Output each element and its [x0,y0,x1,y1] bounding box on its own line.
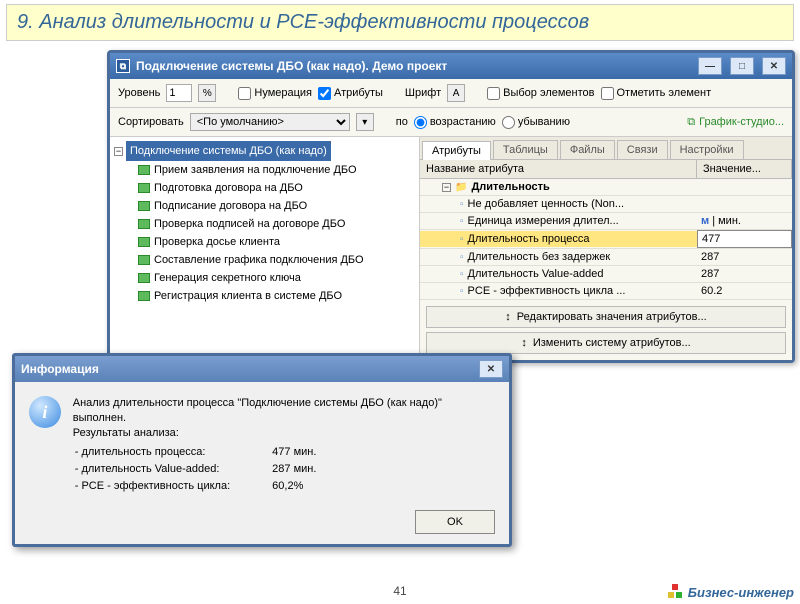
level-label: Уровень [118,87,160,99]
attr-header: Название атрибута Значение... [420,160,792,179]
tree-node[interactable]: Проверка подписей на договоре ДБО [114,215,415,233]
ok-button[interactable]: OK [415,510,495,534]
mark-element-checkbox[interactable]: Отметить элемент [601,87,712,100]
attr-row[interactable]: Не добавляет ценность (Non... [420,196,792,213]
level-step-button[interactable]: % [198,84,216,102]
tree-node[interactable]: Составление графика подключения ДБО [114,251,415,269]
tab-Файлы[interactable]: Файлы [560,140,615,159]
tab-Настройки[interactable]: Настройки [670,140,744,159]
folder-icon [455,181,467,193]
info-icon: i [29,396,61,428]
toolbar-row-1: Уровень % Нумерация Атрибуты Шрифт A Выб… [110,79,792,108]
info-titlebar[interactable]: Информация ✕ [15,356,509,382]
attr-row[interactable]: Единица измерения длител...м | мин. [420,213,792,230]
process-tree[interactable]: − Подключение системы ДБО (как надо) При… [110,137,420,360]
tree-root[interactable]: Подключение системы ДБО (как надо) [126,141,331,161]
edit-attrs-button[interactable]: ↕ Редактировать значения атрибутов... [426,306,786,328]
tree-node[interactable]: Регистрация клиента в системе ДБО [114,287,415,305]
tab-Таблицы[interactable]: Таблицы [493,140,558,159]
toolbar-row-2: Сортировать <По умолчанию> ▾ по возраста… [110,108,792,137]
attr-group-row[interactable]: − Длительность [420,179,792,196]
select-elements-checkbox[interactable]: Выбор элементов [487,87,594,100]
tree-node[interactable]: Генерация секретного ключа [114,269,415,287]
sort-btn[interactable]: ▾ [356,113,374,131]
brand-logo-icon [668,584,684,600]
info-close-button[interactable]: ✕ [479,360,503,378]
change-attrs-button[interactable]: ↕ Изменить систему атрибутов... [426,332,786,354]
numeration-checkbox[interactable]: Нумерация [238,87,312,100]
tree-node[interactable]: Прием заявления на подключение ДБО [114,161,415,179]
tree-node[interactable]: Проверка досье клиента [114,233,415,251]
info-text: Анализ длительности процесса "Подключени… [73,396,495,496]
tab-Связи[interactable]: Связи [617,140,668,159]
level-input[interactable] [166,84,192,102]
brand: Бизнес-инженер [668,584,794,600]
tabs: АтрибутыТаблицыФайлыСвязиНастройки [420,137,792,160]
attr-row[interactable]: Длительность без задержек287 [420,249,792,266]
tree-node[interactable]: Подготовка договора на ДБО [114,179,415,197]
attr-row[interactable]: PCE - эффективность цикла ...60.2 [420,283,792,300]
graphic-studio-link[interactable]: График-студио... [687,116,784,129]
minimize-button[interactable]: — [698,57,722,75]
desc-radio[interactable]: убыванию [502,116,570,129]
close-button[interactable]: ✕ [762,57,786,75]
po-label: по [396,116,408,128]
slide-title: 9. Анализ длительности и PCE-эффективнос… [6,4,794,41]
asc-radio[interactable]: возрастанию [414,116,496,129]
attr-row[interactable]: Длительность Value-added287 [420,266,792,283]
font-label: Шрифт [405,87,441,99]
attr-row[interactable]: Длительность процесса477 [420,230,792,249]
info-dialog: Информация ✕ i Анализ длительности проце… [12,353,512,547]
attributes-checkbox[interactable]: Атрибуты [318,87,383,100]
app-icon: ⧉ [116,59,130,73]
font-button[interactable]: A [447,84,465,102]
tab-Атрибуты[interactable]: Атрибуты [422,141,491,160]
tree-collapse-icon[interactable]: − [114,147,123,156]
sort-label: Сортировать [118,116,184,128]
main-titlebar[interactable]: ⧉ Подключение системы ДБО (как надо). Де… [110,53,792,79]
info-title: Информация [21,362,99,376]
col-value[interactable]: Значение... [697,160,792,178]
main-title: Подключение системы ДБО (как надо). Демо… [136,59,447,73]
maximize-button[interactable]: □ [730,57,754,75]
sort-select[interactable]: <По умолчанию> [190,113,350,131]
col-name[interactable]: Название атрибута [420,160,697,178]
tree-node[interactable]: Подписание договора на ДБО [114,197,415,215]
main-dialog: ⧉ Подключение системы ДБО (как надо). Де… [107,50,795,363]
